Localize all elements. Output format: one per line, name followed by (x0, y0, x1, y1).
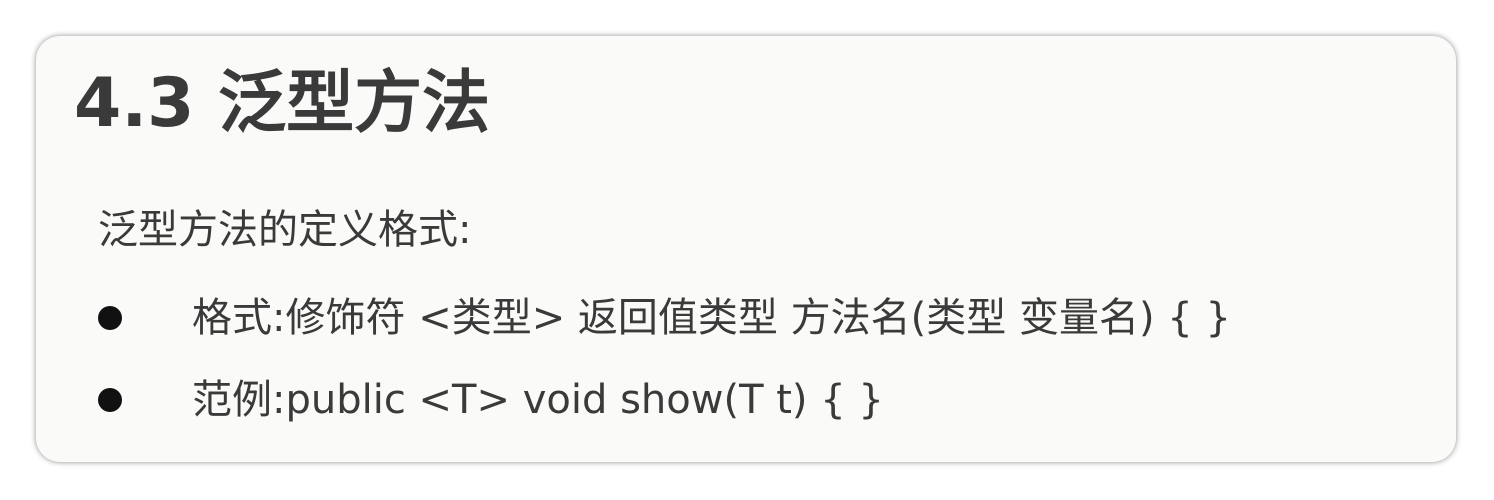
list-item: 范例:public <T> void show(T t) { } (98, 370, 1438, 434)
slide-card: 4.3 泛型方法 泛型方法的定义格式: 格式:修饰符 <类型> 返回值类型 方法… (36, 36, 1456, 462)
slide-subtitle: 泛型方法的定义格式: (98, 207, 472, 253)
bullet-format-text: 格式:修饰符 <类型> 返回值类型 方法名(类型 变量名) { } (192, 295, 1231, 341)
bullet-icon (98, 306, 122, 330)
slide-title: 4.3 泛型方法 (74, 64, 491, 143)
bullet-icon (98, 388, 122, 412)
list-item: 格式:修饰符 <类型> 返回值类型 方法名(类型 变量名) { } (98, 288, 1438, 352)
bullet-example-text: 范例:public <T> void show(T t) { } (192, 377, 884, 423)
